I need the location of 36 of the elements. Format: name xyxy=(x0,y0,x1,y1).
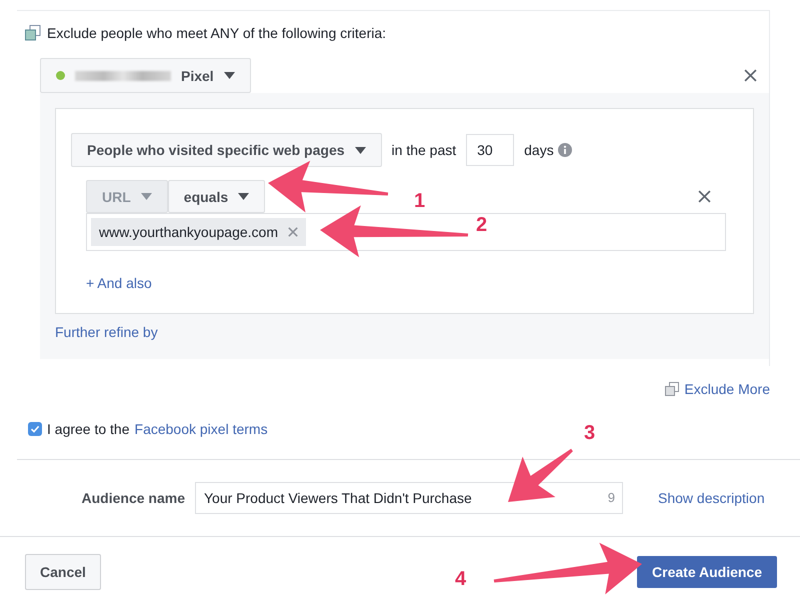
further-refine-link[interactable]: Further refine by xyxy=(55,324,158,340)
copy-icon xyxy=(25,25,41,41)
timeframe-label: in the past xyxy=(392,142,456,158)
operator-dropdown[interactable]: equals xyxy=(168,180,266,213)
pixel-dropdown[interactable]: Pixel xyxy=(40,58,251,93)
info-icon[interactable] xyxy=(558,143,572,157)
close-icon[interactable] xyxy=(744,69,757,82)
copy-icon[interactable] xyxy=(665,382,680,396)
terms-checkbox[interactable] xyxy=(28,422,42,436)
terms-label: I agree to the xyxy=(47,421,130,437)
exclude-more-link[interactable]: Exclude More xyxy=(684,381,770,397)
arrow xyxy=(508,448,573,502)
character-counter: 9 xyxy=(608,490,615,505)
cancel-button[interactable]: Cancel xyxy=(25,554,101,590)
annotation-number: 1 xyxy=(414,190,426,213)
and-also-link[interactable]: + And also xyxy=(86,275,152,291)
annotation-number: 3 xyxy=(584,422,596,445)
annotation-number: 4 xyxy=(455,568,466,591)
audience-name-label: Audience name xyxy=(80,490,185,506)
annotation-number: 2 xyxy=(476,214,488,237)
caret-icon xyxy=(354,146,366,154)
tag-text: www.yourthankyoupage.com xyxy=(99,224,278,240)
show-description-link[interactable]: Show description xyxy=(658,490,765,506)
caret-icon xyxy=(238,193,250,200)
caret-icon xyxy=(140,193,152,200)
status-dot xyxy=(56,71,65,80)
create-audience-button[interactable]: Create Audience xyxy=(637,556,777,588)
remove-icon[interactable] xyxy=(288,227,298,237)
days-label: days xyxy=(524,142,554,158)
close-icon[interactable] xyxy=(698,190,711,203)
caret-icon xyxy=(224,72,235,79)
criteria-heading: Exclude people who meet ANY of the following criteria: xyxy=(47,25,386,41)
pixel-terms-link[interactable]: Facebook pixel terms xyxy=(134,421,268,437)
event-dropdown[interactable]: People who visited specific web pages xyxy=(71,133,382,167)
url-tag[interactable]: www.yourthankyoupage.com xyxy=(91,218,306,246)
days-field[interactable]: 30 xyxy=(466,134,514,166)
